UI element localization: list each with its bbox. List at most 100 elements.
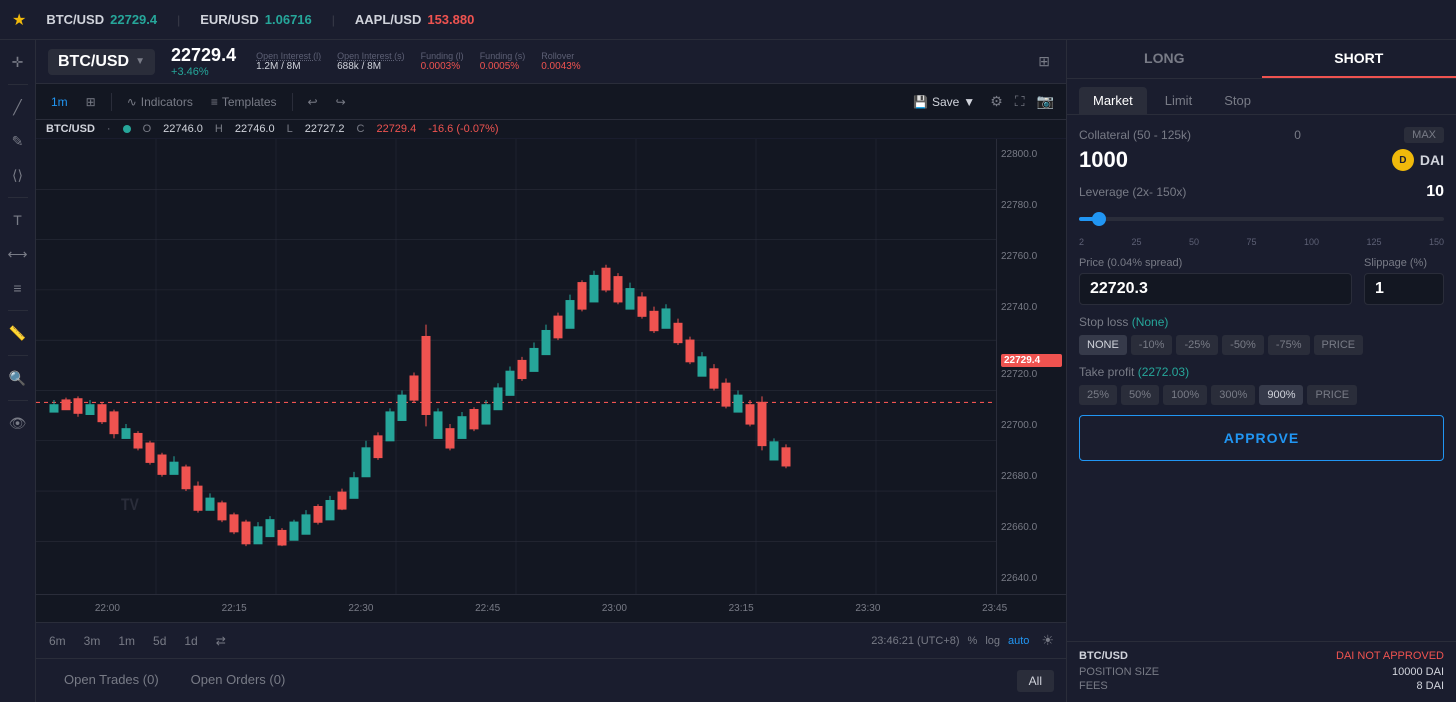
price-field: Price (0.04% spread) [1079,257,1352,305]
settings-icon[interactable]: ⚙ [986,89,1007,114]
ticker-price-aapl: 153.880 [427,12,474,27]
templates-btn[interactable]: ≡ Templates [204,92,284,112]
ticker-aaplusd[interactable]: AAPL/USD 153.880 [355,12,474,27]
ohlc-open-val: 22746.0 [163,123,203,135]
tp-25-btn[interactable]: 25% [1079,385,1117,405]
sl-50-btn[interactable]: -50% [1222,335,1264,355]
save-btn[interactable]: 💾 Save ▼ [906,92,982,112]
leverage-section: Leverage (2x- 150x) 10 2 25 50 75 100 12… [1079,183,1444,247]
ohlc-open-label: O [143,123,152,135]
short-tab[interactable]: SHORT [1262,40,1456,78]
takeprofit-close-paren: ) [1185,365,1189,379]
long-tab[interactable]: LONG [1067,40,1262,78]
chart-container: BTC/USD ▼ 22729.4 +3.46% Open Interest (… [36,40,1066,702]
stoploss-label: Stop loss [1079,315,1128,329]
tick-150: 150 [1429,237,1444,247]
open-trades-tab[interactable]: Open Trades (0) [48,664,175,697]
sun-icon[interactable]: ☀ [1037,628,1058,653]
max-btn[interactable]: MAX [1404,127,1444,143]
ohlc-close-label: C [357,123,365,135]
slider-thumb[interactable] [1092,212,1106,226]
price-change: +3.46% [171,66,236,78]
dai-not-approved: DAI NOT APPROVED [1336,650,1444,662]
screenshot-icon[interactable]: 📷 [1033,89,1058,114]
pattern-tool[interactable]: ⟨⟩ [4,161,32,189]
period-5d[interactable]: 5d [148,632,171,650]
line-tool[interactable]: ╱ [4,93,32,121]
approve-button[interactable]: APPROVE [1079,415,1444,461]
all-btn[interactable]: All [1017,670,1054,692]
auto-btn[interactable]: auto [1008,635,1029,647]
period-1m[interactable]: 1m [113,632,140,650]
percent-btn[interactable]: % [968,635,978,647]
compare-symbol: ⊞ [86,95,96,109]
indicators-label: Indicators [141,95,193,109]
period-1d[interactable]: 1d [179,632,202,650]
funding-long-label: Funding (l) [421,51,464,61]
sl-25-btn[interactable]: -25% [1176,335,1218,355]
stoploss-section: Stop loss (None) NONE -10% -25% -50% -75… [1079,315,1444,355]
log-btn[interactable]: log [985,635,1000,647]
tp-price-btn[interactable]: PRICE [1307,385,1357,405]
ruler-tool[interactable]: 📏 [4,319,32,347]
text-tool[interactable]: T [4,206,32,234]
period-3m[interactable]: 3m [79,632,106,650]
candle-chart[interactable]: TV [36,139,996,594]
order-type-tabs: Market Limit Stop [1067,79,1456,115]
period-6m[interactable]: 6m [44,632,71,650]
fullscreen-icon[interactable]: ⛶ [1011,89,1029,114]
sl-75-btn[interactable]: -75% [1268,335,1310,355]
chart-header: BTC/USD ▼ 22729.4 +3.46% Open Interest (… [36,40,1066,84]
tp-50-btn[interactable]: 50% [1121,385,1159,405]
right-panel: LONG SHORT Market Limit Stop Collateral … [1066,40,1456,702]
leverage-value: 10 [1426,183,1444,201]
current-price-badge: 22729.4 [1001,354,1062,367]
crosshair-tool[interactable]: ✛ [4,48,32,76]
price-input[interactable] [1079,273,1352,305]
tp-300-btn[interactable]: 300% [1211,385,1255,405]
price-level-7: 22680.0 [1001,471,1062,482]
ohlc-dot [123,125,131,133]
open-orders-tab[interactable]: Open Orders (0) [175,664,302,697]
tp-100-btn[interactable]: 100% [1163,385,1207,405]
zoom-tool[interactable]: 🔍 [4,364,32,392]
oi-long-label: Open Interest (l) [256,51,321,61]
collateral-label: Collateral (50 - 125k) [1079,128,1191,142]
chart-toolbar: 1m ⊞ ∿ Indicators ≡ Templates ↩ ↪ 💾 Save… [36,84,1066,120]
levels-tool[interactable]: ≡ [4,274,32,302]
timeframe-1m[interactable]: 1m [44,92,75,112]
position-size-val: 10000 DAI [1392,666,1444,678]
grid-icon[interactable]: ⊞ [1034,49,1054,74]
star-icon[interactable]: ★ [12,10,26,30]
stop-tab[interactable]: Stop [1210,87,1265,114]
time-label-8: 23:45 [931,603,1058,614]
svg-text:TV: TV [121,496,140,514]
limit-tab[interactable]: Limit [1151,87,1206,114]
collateral-amount: 1000 [1079,147,1128,173]
ohlc-low-val: 22727.2 [305,123,345,135]
compare-icon[interactable]: ⊞ [79,92,103,112]
period-compare-icon[interactable]: ⇄ [211,632,231,650]
tp-900-btn[interactable]: 900% [1259,385,1303,405]
indicators-btn[interactable]: ∿ Indicators [120,92,200,112]
undo-btn[interactable]: ↩ [301,92,325,112]
measure-tool[interactable]: ⟷ [4,240,32,268]
ticker-eurusd[interactable]: EUR/USD 1.06716 [200,12,312,27]
sl-price-btn[interactable]: PRICE [1314,335,1364,355]
ticker-btcusd[interactable]: BTC/USD 22729.4 [46,12,157,27]
ticker-price-eur: 1.06716 [265,12,312,27]
ohlc-change: -16.6 (-0.07%) [428,123,498,135]
time-label-3: 22:30 [298,603,425,614]
slippage-input[interactable] [1364,273,1444,305]
draw-tool[interactable]: ✎ [4,127,32,155]
symbol-selector[interactable]: BTC/USD ▼ [48,49,155,75]
market-tab[interactable]: Market [1079,87,1147,114]
takeprofit-header: Take profit (2272.03) [1079,365,1444,379]
sl-10-btn[interactable]: -10% [1131,335,1173,355]
redo-btn[interactable]: ↪ [329,92,353,112]
stoploss-options: NONE -10% -25% -50% -75% PRICE [1079,335,1444,355]
sl-none-btn[interactable]: NONE [1079,335,1127,355]
leverage-slider-container[interactable] [1079,213,1444,225]
watch-tool[interactable]: 👁 [4,409,32,437]
price-field-label: Price (0.04% spread) [1079,257,1352,269]
